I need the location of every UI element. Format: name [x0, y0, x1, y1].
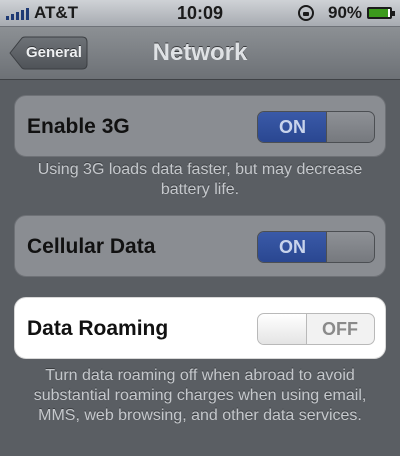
data-roaming-label: Data Roaming: [27, 317, 169, 340]
data-roaming-toggle[interactable]: OFF: [257, 313, 375, 345]
data-roaming-row: Data Roaming OFF: [14, 297, 386, 359]
back-button-label: General: [26, 44, 82, 61]
battery-percentage: 90%: [328, 3, 363, 22]
toggle-state-text: OFF: [322, 319, 358, 339]
toggle-knob: [258, 314, 307, 344]
battery-icon: [367, 7, 395, 19]
toggle-state-text: ON: [258, 232, 327, 262]
cellular-data-toggle[interactable]: ON: [257, 231, 375, 263]
status-bar: AT&T 10:09 90%: [0, 0, 400, 27]
back-button-general[interactable]: General: [8, 36, 88, 70]
rotation-lock-icon: [298, 5, 314, 21]
enable-3g-toggle[interactable]: ON: [257, 111, 375, 143]
data-roaming-footnote: Turn data roaming off when abroad to avo…: [33, 367, 367, 424]
toggle-knob: [326, 232, 374, 262]
enable-3g-row: Enable 3G ON: [14, 95, 386, 157]
enable-3g-label: Enable 3G: [27, 115, 130, 138]
cellular-data-row: Cellular Data ON: [14, 215, 386, 277]
cellular-data-label: Cellular Data: [27, 235, 156, 258]
toggle-knob: [326, 112, 374, 142]
navigation-bar: Network General: [0, 27, 400, 80]
enable-3g-footnote: Using 3G loads data faster, but may decr…: [37, 161, 363, 198]
toggle-state-text: ON: [258, 112, 327, 142]
battery-level-fill: [369, 9, 388, 17]
